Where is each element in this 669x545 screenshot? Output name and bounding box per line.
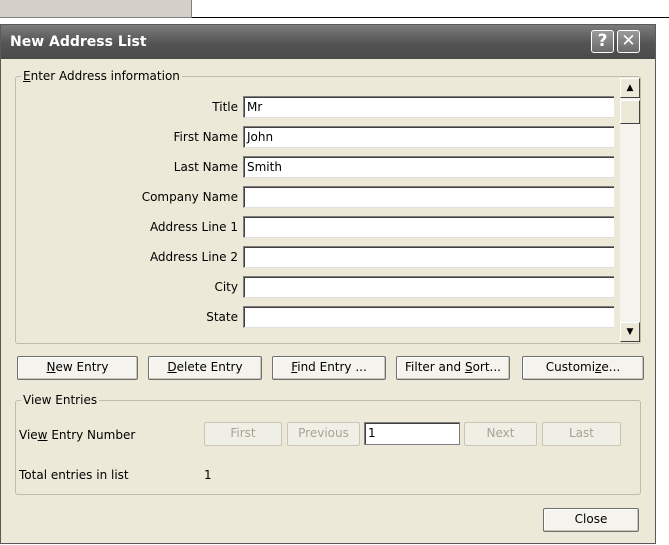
find-entry-button[interactable]: Find Entry ... [272, 356, 386, 380]
next-button[interactable]: Next [464, 422, 537, 446]
close-icon: ✕ [621, 31, 636, 51]
arrow-up-icon: ▲ [626, 83, 634, 93]
previous-button[interactable]: Previous [287, 422, 360, 446]
help-icon: ? [597, 31, 608, 51]
entry-number-field[interactable]: 1 [364, 422, 460, 445]
field-row-state: State [17, 306, 614, 328]
new-address-list-dialog: New Address List ? ✕ Enter Address infor… [0, 24, 656, 544]
state-field[interactable] [243, 306, 614, 328]
field-label: City [214, 280, 238, 294]
field-label: Address Line 2 [149, 250, 238, 264]
new-entry-button[interactable]: New Entry [17, 356, 138, 380]
field-row-title: Title Mr [17, 96, 614, 118]
field-label: First Name [173, 130, 238, 144]
field-row-city: City [17, 276, 614, 298]
field-row-company-name: Company Name [17, 186, 614, 208]
address-info-group: Enter Address information Title Mr First… [15, 69, 641, 344]
title-field[interactable]: Mr [243, 96, 614, 118]
background-window-edge [0, 0, 669, 18]
field-label: State [206, 310, 238, 324]
scroll-up-button[interactable]: ▲ [620, 78, 640, 98]
field-label: Company Name [141, 190, 238, 204]
dialog-title: New Address List [10, 34, 147, 50]
close-button[interactable]: Close [543, 508, 639, 532]
first-button[interactable]: First [204, 422, 282, 446]
help-button[interactable]: ? [591, 30, 614, 53]
company-name-field[interactable] [243, 186, 614, 208]
view-entry-number-label: View Entry Number [19, 428, 136, 442]
scroll-down-button[interactable]: ▼ [620, 322, 640, 342]
total-entries-label: Total entries in list [19, 468, 129, 482]
field-row-last-name: Last Name Smith [17, 156, 614, 178]
first-name-field[interactable]: John [243, 126, 614, 148]
customize-button[interactable]: Customize... [522, 356, 644, 380]
delete-entry-button[interactable]: Delete Entry [148, 356, 262, 380]
address-line-2-field[interactable] [243, 246, 614, 268]
view-entries-group-label: View Entries [21, 393, 100, 407]
field-row-address-line-1: Address Line 1 [17, 216, 614, 238]
field-label: Last Name [173, 160, 238, 174]
total-entries-value: 1 [204, 468, 212, 482]
fields-scrollbar[interactable]: ▲ ▼ [620, 78, 640, 342]
field-label: Address Line 1 [149, 220, 238, 234]
scrollbar-thumb[interactable] [620, 100, 640, 124]
field-row-address-line-2: Address Line 2 [17, 246, 614, 268]
address-fields-area: Title Mr First Name John Last Name Smith… [17, 85, 614, 331]
field-label: Title [212, 100, 238, 114]
dialog-titlebar: New Address List ? ✕ [1, 25, 655, 59]
filter-and-sort-button[interactable]: Filter and Sort... [396, 356, 510, 380]
arrow-down-icon: ▼ [626, 327, 634, 337]
close-window-button[interactable]: ✕ [617, 30, 640, 53]
last-button[interactable]: Last [542, 422, 621, 446]
city-field[interactable] [243, 276, 614, 298]
field-row-first-name: First Name John [17, 126, 614, 148]
address-info-group-label: Enter Address information [21, 69, 182, 83]
background-window-tab [0, 0, 192, 18]
address-line-1-field[interactable] [243, 216, 614, 238]
last-name-field[interactable]: Smith [243, 156, 614, 178]
